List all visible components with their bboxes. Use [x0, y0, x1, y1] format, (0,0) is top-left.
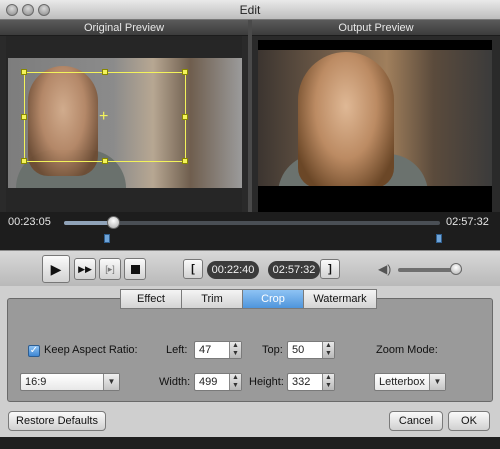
edit-tabs: Effect Trim Crop Watermark: [120, 289, 377, 309]
zoom-mode-select[interactable]: Letterbox ▼: [374, 373, 446, 391]
top-value: 50: [292, 344, 305, 356]
crop-handle-bottom-right[interactable]: [182, 158, 188, 164]
preview-divider: [248, 20, 252, 212]
crop-handle-bottom-left[interactable]: [21, 158, 27, 164]
height-stepper-icon[interactable]: ▲ ▼: [322, 374, 334, 390]
volume-icon: ◀): [378, 262, 392, 276]
trim-end-marker[interactable]: [436, 234, 442, 243]
timeline-progress: [64, 221, 113, 225]
height-label: Height:: [249, 376, 284, 388]
top-spinner[interactable]: 50 ▲ ▼: [287, 341, 335, 359]
aspect-ratio-value: 16:9: [25, 376, 47, 388]
title-bar: Edit: [0, 0, 500, 20]
tab-effect[interactable]: Effect: [120, 289, 182, 309]
end-bracket-icon: ]: [328, 263, 332, 275]
crop-center-crosshair-icon[interactable]: +: [99, 109, 108, 125]
timeline-track[interactable]: [64, 221, 440, 225]
zoom-mode-label: Zoom Mode:: [376, 344, 438, 356]
keep-aspect-ratio-label: Keep Aspect Ratio:: [44, 344, 138, 356]
crop-handle-right[interactable]: [182, 114, 188, 120]
original-preview-label: Original Preview: [0, 20, 248, 36]
ok-button[interactable]: OK: [448, 411, 490, 431]
settings-area: ✓ Keep Aspect Ratio: Left: 47 ▲ ▼ Top: 50…: [0, 286, 500, 406]
next-frame-button[interactable]: ▶▶: [74, 258, 96, 280]
mark-icon: [▸]: [105, 263, 115, 274]
stop-icon: [130, 264, 140, 274]
cancel-button[interactable]: Cancel: [389, 411, 443, 431]
aspect-ratio-dropdown-icon: ▼: [103, 374, 119, 390]
crop-settings-panel: ✓ Keep Aspect Ratio: Left: 47 ▲ ▼ Top: 50…: [7, 298, 493, 402]
window-title: Edit: [239, 3, 261, 17]
crop-handle-bottom[interactable]: [102, 158, 108, 164]
volume-slider-knob[interactable]: [449, 263, 462, 275]
tab-trim[interactable]: Trim: [181, 289, 243, 309]
width-label: Width:: [159, 376, 191, 388]
keep-aspect-ratio-checkbox[interactable]: ✓: [28, 345, 40, 357]
current-time: 00:23:05: [8, 216, 51, 228]
crop-handle-top-left[interactable]: [21, 69, 27, 75]
playback-controls: ▶ ▶▶ [▸] [ 00:22:40 02:57:32 ] ◀): [0, 250, 500, 286]
crop-selection-box[interactable]: +: [21, 69, 188, 164]
left-spinner[interactable]: 47 ▲ ▼: [194, 341, 242, 359]
output-preview-pane: [258, 40, 492, 212]
crop-handle-top-right[interactable]: [182, 69, 188, 75]
tab-crop[interactable]: Crop: [242, 289, 304, 309]
tab-watermark[interactable]: Watermark: [303, 289, 377, 309]
timeline: 00:23:05 02:57:32: [0, 212, 500, 250]
left-stepper-icon[interactable]: ▲ ▼: [229, 342, 241, 358]
trim-start-marker[interactable]: [104, 234, 110, 243]
edit-window: Edit Original Preview Output Preview + 0…: [0, 0, 500, 449]
output-preview-label: Output Preview: [252, 20, 500, 36]
crop-handle-top[interactable]: [102, 69, 108, 75]
crop-handle-left[interactable]: [21, 114, 27, 120]
zoom-mode-dropdown-icon: ▼: [429, 374, 445, 390]
zoom-mode-value: Letterbox: [379, 376, 425, 388]
mark-button[interactable]: [▸]: [99, 258, 121, 280]
height-spinner[interactable]: 332 ▲ ▼: [287, 373, 335, 391]
width-stepper-icon[interactable]: ▲ ▼: [229, 374, 241, 390]
width-spinner[interactable]: 499 ▲ ▼: [194, 373, 242, 391]
total-time: 02:57:32: [446, 216, 489, 228]
timeline-playhead[interactable]: [106, 216, 120, 229]
set-end-button[interactable]: ]: [320, 259, 340, 279]
bottom-strip: [0, 437, 500, 449]
aspect-ratio-select[interactable]: 16:9 ▼: [20, 373, 120, 391]
play-button[interactable]: ▶: [42, 255, 70, 283]
set-start-button[interactable]: [: [183, 259, 203, 279]
top-label: Top:: [262, 344, 283, 356]
output-video-frame: [258, 50, 492, 186]
end-time-display: 02:57:32: [268, 261, 320, 279]
original-preview-pane: +: [6, 36, 242, 212]
play-icon: ▶: [50, 260, 62, 277]
width-value: 499: [199, 376, 218, 388]
start-bracket-icon: [: [191, 263, 195, 275]
restore-defaults-button[interactable]: Restore Defaults: [8, 411, 106, 431]
original-video-frame: +: [8, 58, 242, 188]
start-time-display: 00:22:40: [207, 261, 259, 279]
next-frame-icon: ▶▶: [78, 263, 92, 274]
stop-button[interactable]: [124, 258, 146, 280]
left-label: Left:: [166, 344, 188, 356]
height-value: 332: [292, 376, 311, 388]
left-value: 47: [199, 344, 212, 356]
top-stepper-icon[interactable]: ▲ ▼: [322, 342, 334, 358]
preview-area: Original Preview Output Preview +: [0, 20, 500, 212]
